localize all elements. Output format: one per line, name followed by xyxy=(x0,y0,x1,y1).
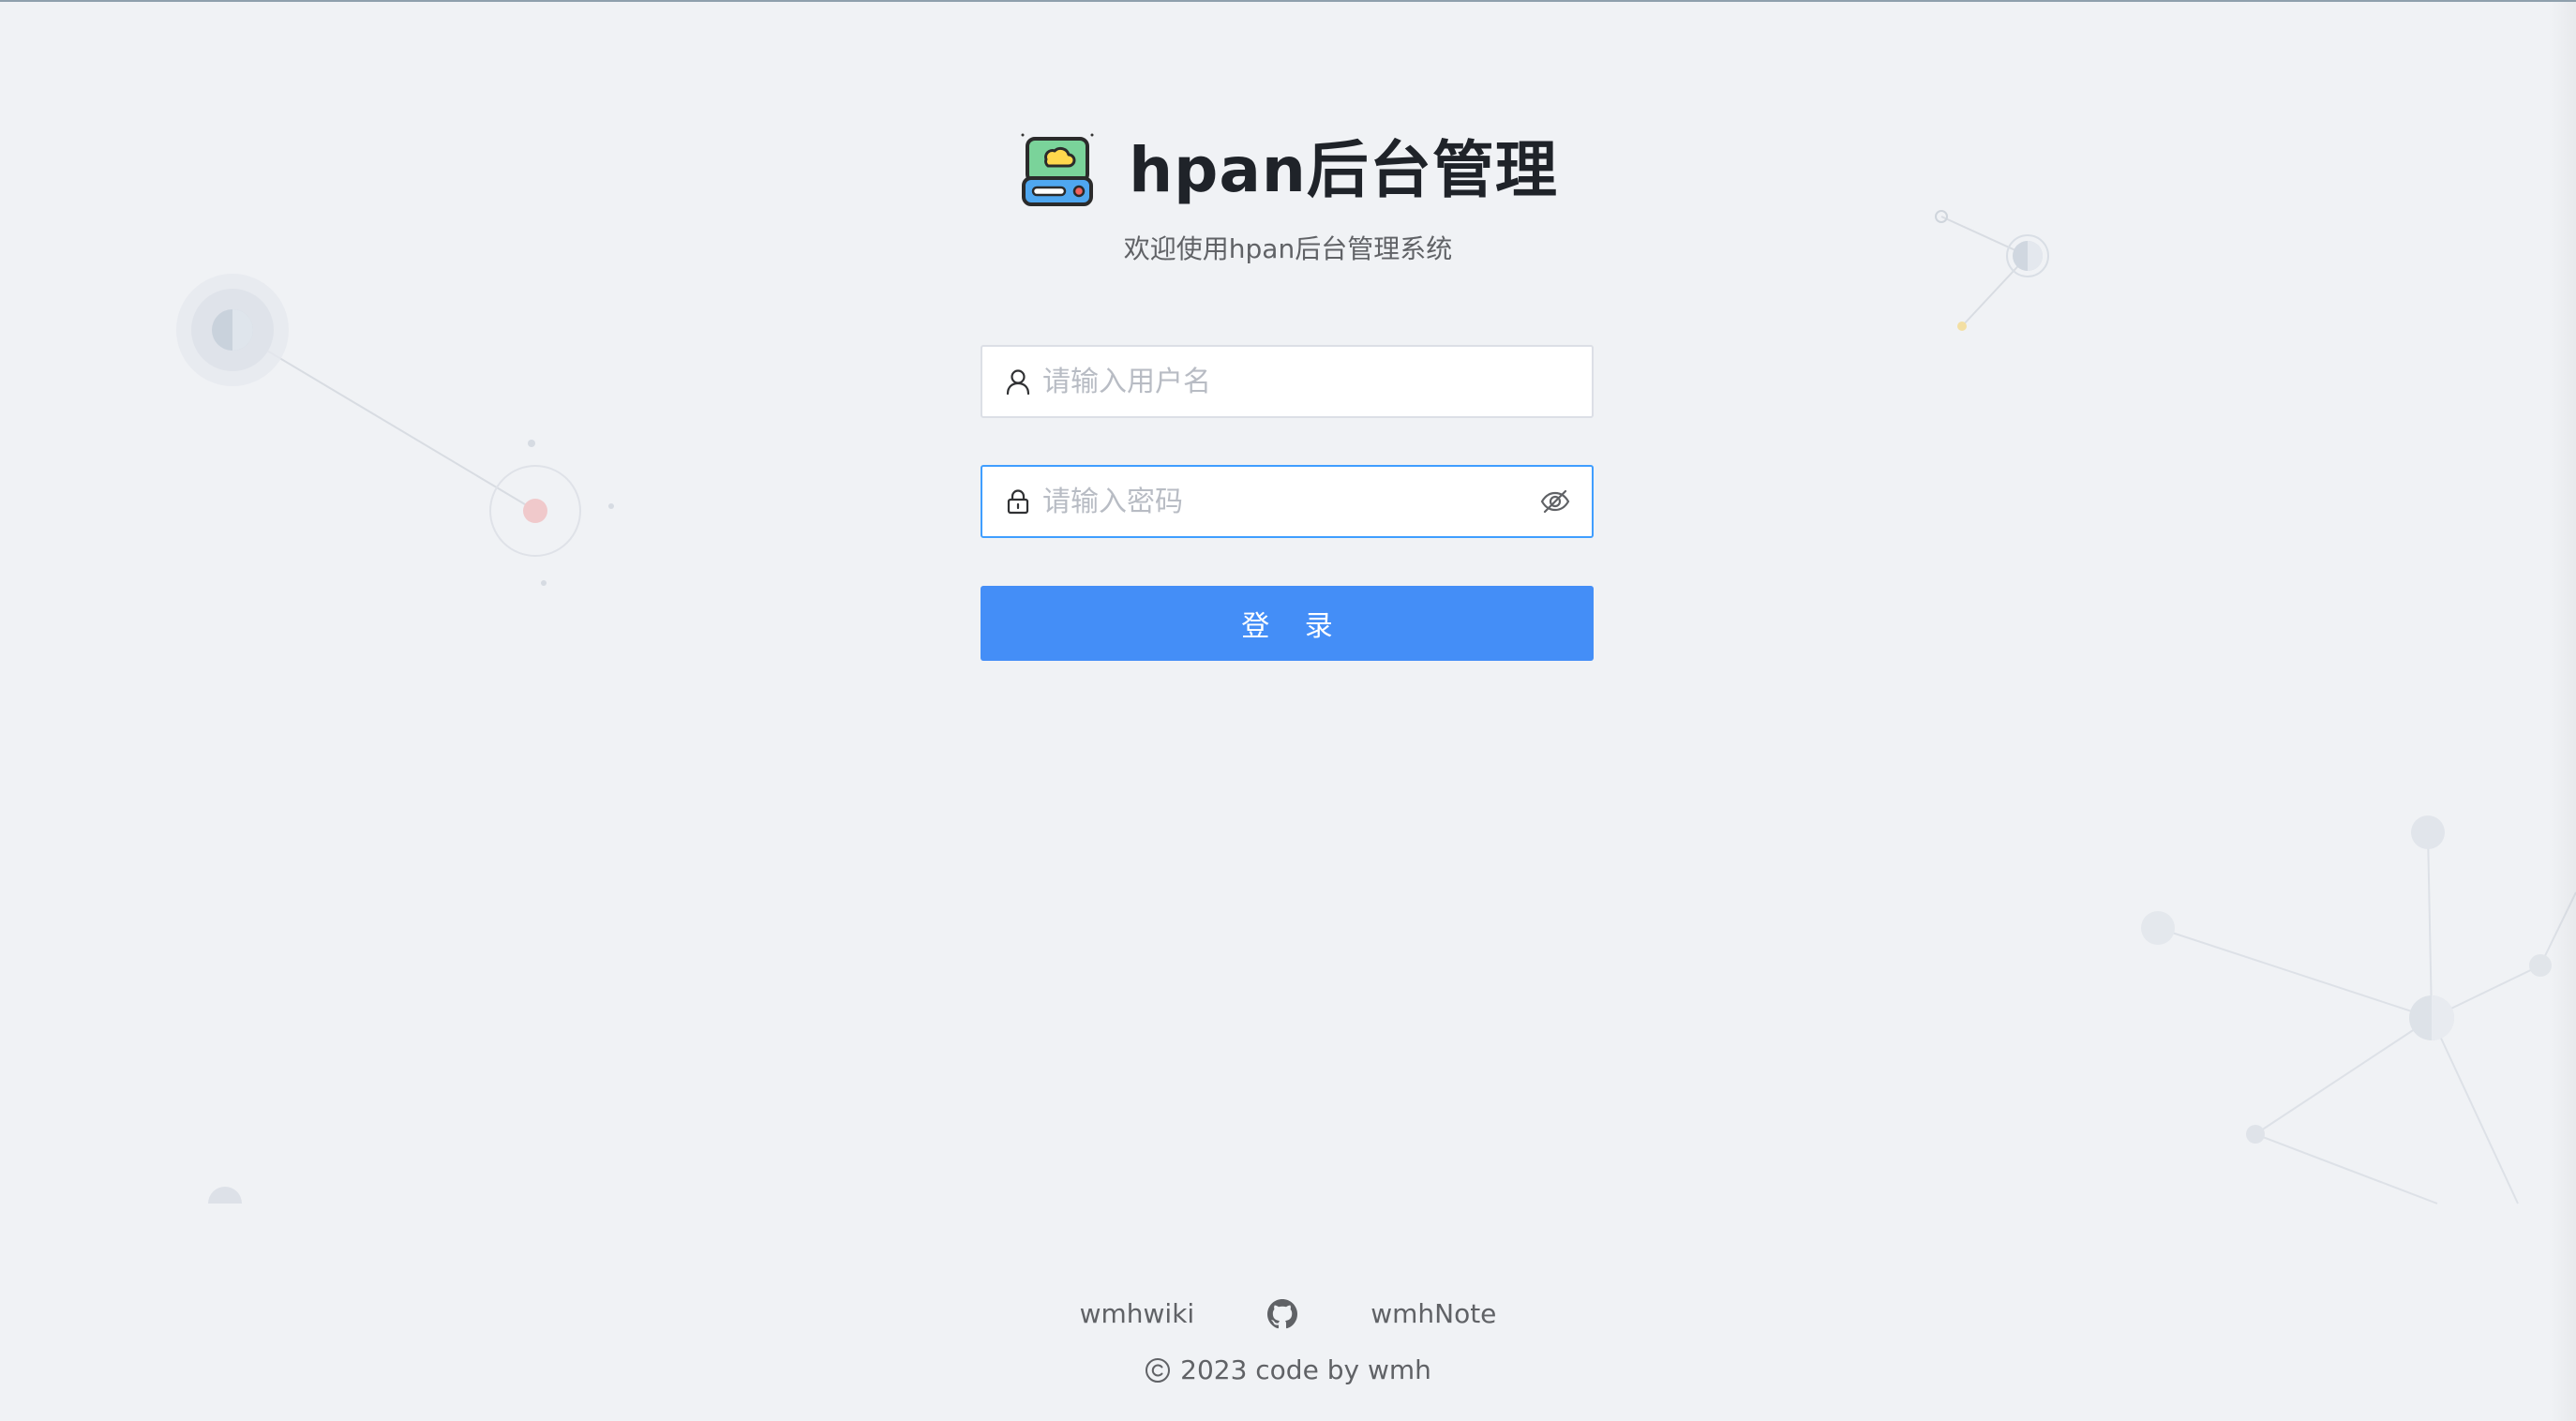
username-input[interactable] xyxy=(1042,347,1592,416)
footer-link-wmhwiki[interactable]: wmhwiki xyxy=(1080,1294,1195,1335)
password-input[interactable] xyxy=(1042,467,1539,536)
right-edge-shadow xyxy=(2550,2,2576,1421)
background-decoration xyxy=(176,210,2576,1204)
username-field[interactable] xyxy=(981,345,1594,418)
footer-links: wmhwiki wmhNote xyxy=(0,1294,2576,1335)
footer-link-wmhnote[interactable]: wmhNote xyxy=(1370,1294,1496,1335)
app-logo-icon xyxy=(1021,133,1094,206)
login-button[interactable]: 登 录 xyxy=(981,586,1594,661)
github-icon[interactable] xyxy=(1267,1299,1298,1329)
copyright-icon xyxy=(1146,1358,1171,1383)
copyright-text: 2023 code by wmh xyxy=(1180,1354,1431,1385)
login-header: hpan后台管理 xyxy=(0,131,2576,210)
page-subtitle: 欢迎使用hpan后台管理系统 xyxy=(1123,233,1453,264)
lock-icon xyxy=(1007,489,1029,515)
page-title: hpan后台管理 xyxy=(1129,134,1558,206)
login-page: hpan后台管理 欢迎使用hpan后台管理系统 登 录 wmhwiki wmhN xyxy=(0,0,2576,1421)
copyright: 2023 code by wmh xyxy=(0,1350,2576,1391)
eye-hidden-icon[interactable] xyxy=(1539,486,1571,517)
password-field[interactable] xyxy=(981,465,1594,538)
user-icon xyxy=(1006,369,1030,395)
